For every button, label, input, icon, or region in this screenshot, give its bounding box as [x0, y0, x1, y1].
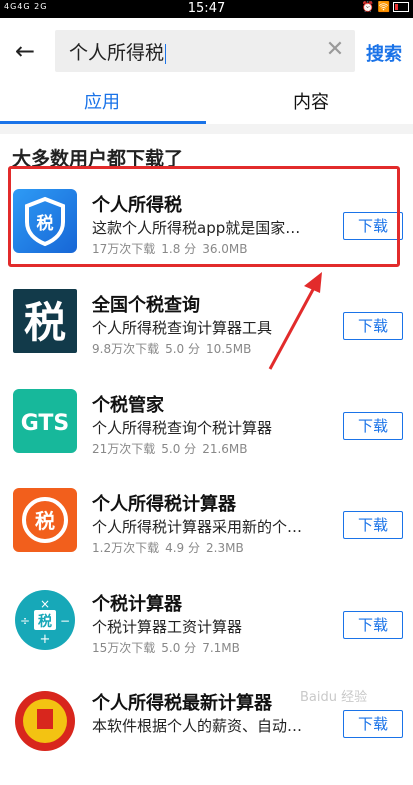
app-icon-calculator-teal: × + ÷ − 税 — [13, 588, 77, 652]
app-description: 个人所得税计算器采用新的个… — [92, 518, 303, 536]
download-count: 1.2万次下载 — [92, 541, 160, 555]
file-size: 21.6MB — [202, 442, 248, 456]
download-button[interactable]: 下载 — [343, 511, 403, 539]
app-meta: 15万次下载 5.0 分 7.1MB — [92, 639, 246, 656]
file-size: 2.3MB — [206, 541, 244, 555]
gts-glyph: GTS — [21, 411, 70, 436]
app-name: 全国个税查询 — [92, 295, 200, 316]
app-name: 个人所得税最新计算器 — [92, 693, 272, 714]
text-cursor — [165, 43, 167, 64]
app-description: 本软件根据个人的薪资、自动… — [92, 717, 303, 735]
search-query-text: 个人所得税 — [69, 42, 165, 64]
file-size: 10.5MB — [206, 342, 252, 356]
app-description: 个人所得税查询个税计算器 — [92, 419, 273, 437]
tax-glyph: 税 — [38, 613, 52, 630]
gts-logo-icon: GTS — [21, 411, 70, 436]
tax-glyph: 税 — [35, 509, 55, 533]
tax-character-icon: 税 — [24, 298, 66, 347]
download-button[interactable]: 下载 — [343, 611, 403, 639]
svg-text:×: × — [40, 597, 50, 611]
result-tabs: 应用 内容 — [0, 84, 413, 125]
section-divider — [0, 124, 413, 134]
list-item[interactable]: 税 个人所得税计算器 个人所得税计算器采用新的个… 1.2万次下载 4.9 分 2.… — [0, 488, 413, 586]
calculator-circle-icon: × + ÷ − 税 — [15, 590, 75, 650]
svg-text:÷: ÷ — [20, 614, 30, 628]
app-name: 个税管家 — [92, 395, 164, 416]
app-icon-gts: GTS — [13, 389, 77, 453]
app-name: 个人所得税计算器 — [92, 494, 236, 515]
download-button[interactable]: 下载 — [343, 312, 403, 340]
status-time: 15:47 — [187, 1, 226, 16]
status-bar: 4G4G 2G 15:47 ⏰ 🛜 — [0, 0, 413, 18]
app-icon-emblem — [13, 687, 77, 751]
app-description: 个税计算器工资计算器 — [92, 618, 243, 636]
svg-text:+: + — [40, 632, 51, 647]
app-name: 个税计算器 — [92, 594, 182, 615]
app-meta: 9.8万次下载 5.0 分 10.5MB — [92, 340, 257, 357]
highlight-annotation — [8, 166, 400, 267]
list-item[interactable]: 税 全国个税查询 个人所得税查询计算器工具 9.8万次下载 5.0 分 10.5MB… — [0, 289, 413, 387]
tax-glyph: 税 — [24, 298, 66, 347]
watermark: Baidu 经验 — [300, 690, 368, 705]
tax-circle-icon: 税 — [22, 497, 68, 543]
app-icon-calculator-orange: 税 — [13, 488, 77, 552]
search-header: ← 个人所得税 ✕ 搜索 — [0, 18, 413, 84]
list-item[interactable]: GTS 个税管家 个人所得税查询个税计算器 21万次下载 5.0 分 21.6MB … — [0, 389, 413, 487]
svg-text:−: − — [60, 614, 70, 628]
app-icon-tax: 税 — [13, 289, 77, 353]
national-emblem-icon — [15, 691, 75, 751]
file-size: 7.1MB — [202, 641, 240, 655]
status-icons-text: ⏰ 🛜 — [361, 2, 390, 13]
rating: 4.9 分 — [165, 541, 200, 555]
search-button[interactable]: 搜索 — [366, 40, 402, 66]
rating: 5.0 分 — [165, 342, 200, 356]
download-button[interactable]: 下载 — [343, 710, 403, 738]
tab-apps[interactable]: 应用 — [84, 88, 120, 114]
app-description: 个人所得税查询计算器工具 — [92, 319, 273, 337]
rating: 5.0 分 — [161, 442, 197, 456]
back-arrow-icon[interactable]: ← — [10, 38, 40, 64]
search-input[interactable]: 个人所得税 ✕ — [55, 30, 355, 72]
app-meta: 21万次下载 5.0 分 21.6MB — [92, 440, 254, 457]
rating: 5.0 分 — [161, 641, 197, 655]
app-meta: 1.2万次下载 4.9 分 2.3MB — [92, 539, 250, 556]
battery-icon — [393, 2, 409, 12]
download-button[interactable]: 下载 — [343, 412, 403, 440]
download-count: 9.8万次下载 — [92, 342, 160, 356]
download-count: 15万次下载 — [92, 641, 156, 655]
search-query[interactable]: 个人所得税 — [69, 38, 167, 65]
status-icons: ⏰ 🛜 — [362, 2, 409, 13]
list-item[interactable]: × + ÷ − 税 个税计算器 个税计算器工资计算器 15万次下载 5.0 分 7.… — [0, 588, 413, 686]
tab-content[interactable]: 内容 — [293, 88, 329, 114]
clear-icon[interactable]: ✕ — [323, 38, 347, 62]
download-count: 21万次下载 — [92, 442, 156, 456]
